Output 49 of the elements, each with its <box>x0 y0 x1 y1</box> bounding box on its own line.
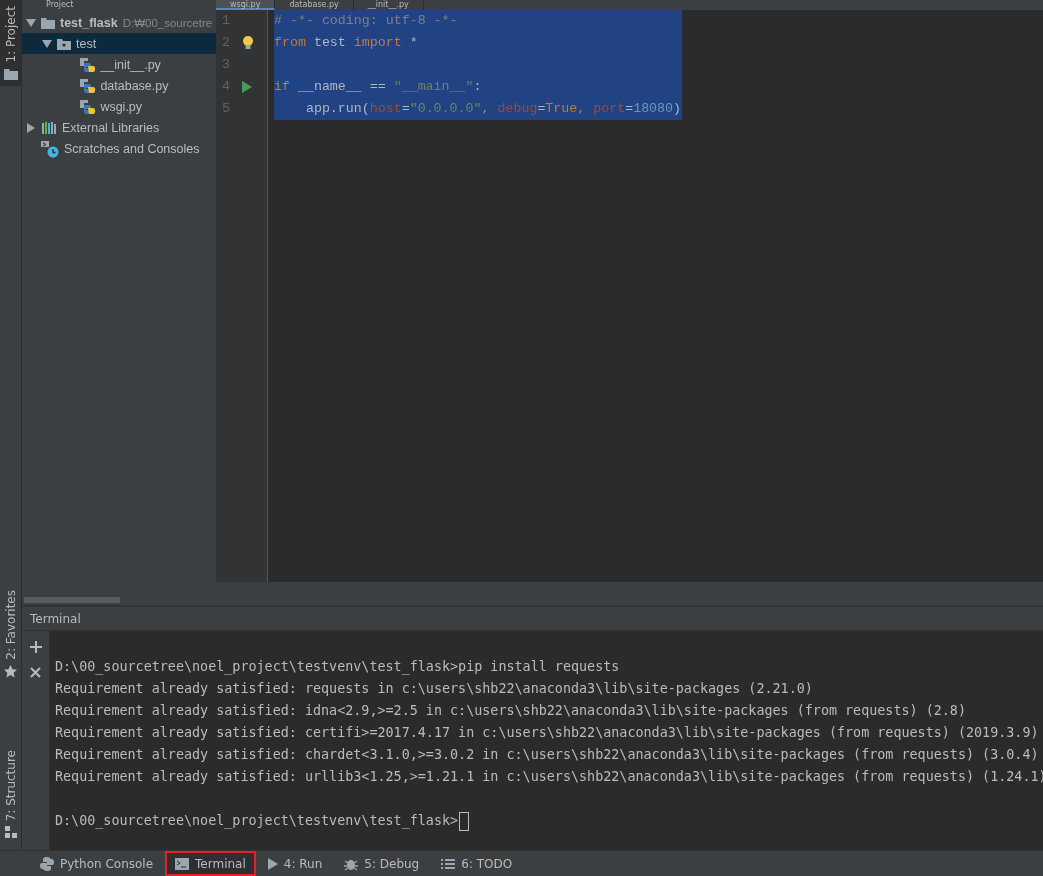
folder-icon <box>41 16 55 29</box>
lightbulb-icon[interactable] <box>242 36 254 50</box>
scratch-icon <box>41 139 59 158</box>
tool-window-tab[interactable]: Terminal <box>165 851 256 876</box>
tree-item[interactable]: test <box>22 33 216 54</box>
code-line: app.run(host="0.0.0.0", debug=True, port=18080) <box>304 100 682 118</box>
close-button[interactable] <box>30 667 41 678</box>
code-line: if __name__ == "__main__": <box>274 78 482 96</box>
tool-window-button[interactable]: 7: Structure <box>0 743 21 844</box>
python-file-icon <box>79 98 96 115</box>
tree-item[interactable]: External Libraries <box>22 117 216 138</box>
tool-window-tab[interactable]: 5: Debug <box>334 851 430 876</box>
terminal-line: Requirement already satisfied: chardet<3.1.0,>=3.0.2 in c:\users\shb22\anaconda3\lib\site-packages (from requests) (3.0.4) <box>55 746 1039 764</box>
star-icon <box>4 664 17 678</box>
terminal-line: Requirement already satisfied: urllib3<1.25,>=1.21.1 in c:\users\shb22\anaconda3\lib\site-packages (from requests) (1.24.1) <box>55 768 1043 786</box>
tree-item[interactable]: database.py <box>22 75 216 96</box>
python-file-icon <box>79 77 96 94</box>
run-icon[interactable] <box>242 81 252 93</box>
python-file-icon <box>79 56 96 73</box>
terminal-line: Requirement already satisfied: requests in c:\users\shb22\anaconda3\lib\site-packages (2.21.0) <box>55 680 813 698</box>
new-session-button[interactable] <box>29 641 42 653</box>
tree-item[interactable]: Scratches and Consoles <box>22 138 216 159</box>
terminal-icon <box>175 857 190 870</box>
structure-icon <box>4 826 17 838</box>
tree-item[interactable]: wsgi.py <box>22 96 216 117</box>
terminal-line: D:\00_sourcetree\noel_project\testvenv\test_flask>pip install requests <box>55 658 620 677</box>
tool-window-tab[interactable]: 4: Run <box>257 851 333 876</box>
run-icon <box>267 857 278 870</box>
library-icon <box>41 120 57 135</box>
tool-window-button[interactable]: 2: Favorites <box>0 583 21 684</box>
plus-icon <box>29 641 42 653</box>
folder-icon <box>3 67 18 80</box>
scrollbar[interactable] <box>24 597 120 603</box>
terminal-line: D:\00_sourcetree\noel_project\testvenv\test_flask> <box>55 812 459 831</box>
folder-icon <box>57 37 71 50</box>
python-icon <box>40 856 54 871</box>
tool-window-tab[interactable]: Python Console <box>30 851 164 876</box>
tool-window-tab[interactable]: 6: TODO <box>431 851 523 876</box>
close-icon <box>30 667 41 678</box>
panel-title: Project <box>45 0 75 10</box>
list-icon <box>441 857 456 870</box>
tree-item[interactable]: __init__.py <box>22 54 216 75</box>
panel-title: Terminal <box>22 607 1043 631</box>
tree-item[interactable]: test_flask D:₩00_sourcetre <box>22 12 216 33</box>
terminal-line: Requirement already satisfied: certifi>=2017.4.17 in c:\users\shb22\anaconda3\lib\site-packages (from requests) (2019.3.9) <box>55 724 1039 742</box>
code-line: # -*- coding: utf-8 -*- <box>274 12 458 30</box>
code-line: from test import * <box>274 34 418 52</box>
tool-window-button[interactable]: 1: Project <box>0 0 21 86</box>
terminal-line: Requirement already satisfied: idna<2.9,>=2.5 in c:\users\shb22\anaconda3\lib\site-packages (from requests) (2.8) <box>55 702 966 720</box>
